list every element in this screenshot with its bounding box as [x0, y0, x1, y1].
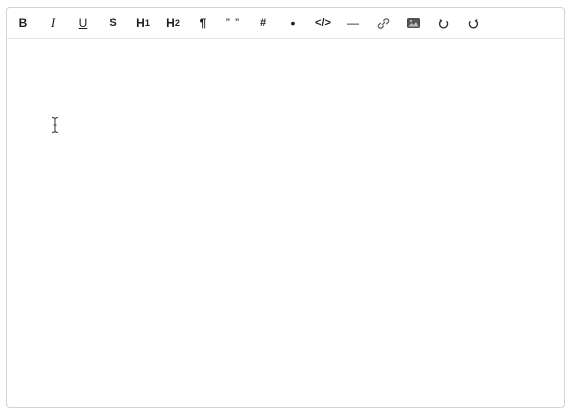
horizontal-rule-button[interactable]: —	[340, 12, 366, 34]
heading-2-sub: 2	[174, 18, 180, 28]
underline-button[interactable]: U	[70, 12, 96, 34]
editor-content-area[interactable]	[7, 39, 564, 407]
undo-icon	[438, 18, 448, 28]
blockquote-button[interactable]: ” ”	[220, 12, 246, 34]
heading-2-button[interactable]: H2	[160, 12, 186, 34]
image-button[interactable]	[400, 12, 426, 34]
italic-button[interactable]: I	[40, 12, 66, 34]
strikethrough-button[interactable]: S	[100, 12, 126, 34]
bold-button[interactable]: B	[10, 12, 36, 34]
heading-1-button[interactable]: H1	[130, 12, 156, 34]
editor-toolbar: B I U S H1 H2 ¶ ” ” # • </> —	[7, 8, 564, 39]
bullet-list-button[interactable]: •	[280, 12, 306, 34]
rich-text-editor: B I U S H1 H2 ¶ ” ” # • </> —	[6, 7, 565, 408]
image-icon	[406, 18, 420, 28]
ordered-list-button[interactable]: #	[250, 12, 276, 34]
heading-1-sub: 1	[144, 18, 150, 28]
redo-icon	[468, 18, 478, 28]
redo-button[interactable]	[460, 12, 486, 34]
paragraph-button[interactable]: ¶	[190, 12, 216, 34]
undo-button[interactable]	[430, 12, 456, 34]
heading-1-label: H	[136, 16, 145, 30]
link-icon	[377, 17, 389, 29]
link-button[interactable]	[370, 12, 396, 34]
heading-2-label: H	[166, 16, 175, 30]
code-button[interactable]: </>	[310, 12, 336, 34]
text-cursor-icon	[51, 116, 59, 134]
